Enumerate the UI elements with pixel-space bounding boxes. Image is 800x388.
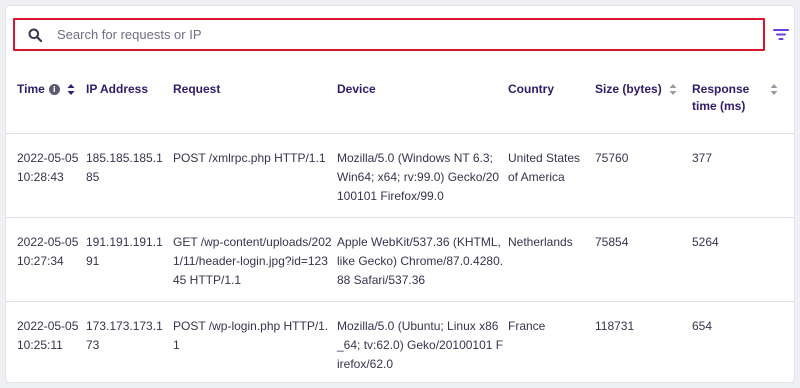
sort-icon[interactable]: [67, 84, 75, 95]
column-header-ip: IP Address: [86, 63, 173, 134]
access-logs-card: Time i IP Address Request Device: [5, 5, 795, 383]
column-header-ip-label: IP Address: [86, 82, 149, 96]
cell-response: 377: [692, 133, 794, 218]
cell-size-text: 118731: [595, 318, 635, 333]
cell-device: Apple WebKit/537.36 (KHTML, like Gecko) …: [337, 217, 508, 302]
cell-time: 2022-05-05 10:28:43: [6, 133, 86, 218]
cell-country-text: United States of America: [508, 150, 581, 184]
cell-country: United States of America: [508, 133, 595, 218]
column-header-time-label: Time: [17, 82, 45, 96]
cell-device-text: Mozilla/5.0 (Ubuntu; Linux x86_64; tv:62…: [337, 318, 504, 371]
cell-device-text: Apple WebKit/537.36 (KHTML, like Gecko) …: [337, 234, 504, 287]
search-row: [6, 6, 794, 62]
cell-response: 654: [692, 301, 794, 382]
cell-request-text: GET /wp-content/uploads/2021/11/header-l…: [173, 234, 332, 287]
cell-ip: 191.191.191.191: [86, 217, 173, 302]
sort-icon[interactable]: [770, 84, 778, 95]
cell-country-text: Netherlands: [508, 234, 573, 249]
cell-size: 75760: [595, 133, 692, 218]
cell-country: France: [508, 301, 595, 382]
cell-request: POST /wp-login.php HTTP/1.1: [173, 301, 337, 382]
cell-response-text: 654: [692, 318, 713, 333]
cell-request-text: POST /xmlrpc.php HTTP/1.1: [173, 150, 326, 165]
column-header-request-label: Request: [173, 82, 221, 96]
cell-time-text: 10:25:11: [17, 337, 63, 352]
column-header-time[interactable]: Time i: [6, 63, 86, 134]
cell-response-text: 377: [692, 150, 713, 165]
cell-size-text: 75854: [595, 234, 629, 249]
cell-device-text: Mozilla/5.0 (Windows NT 6.3; Win64; x64;…: [337, 150, 500, 203]
cell-date-text: 2022-05-05: [17, 150, 79, 165]
table-row: 2022-05-05 10:25:11 173.173.173.173 POST…: [6, 301, 794, 382]
filter-icon[interactable]: [772, 26, 790, 42]
cell-country-text: France: [508, 318, 546, 333]
sort-icon[interactable]: [669, 84, 677, 95]
cell-ip: 185.185.185.185: [86, 133, 173, 218]
cell-size: 118731: [595, 301, 692, 382]
requests-table: Time i IP Address Request Device Country…: [6, 63, 794, 382]
column-header-response[interactable]: Response time (ms): [692, 63, 794, 134]
cell-date-text: 2022-05-05: [17, 234, 79, 249]
table-row: 2022-05-05 10:28:43 185.185.185.185 POST…: [6, 133, 794, 218]
column-header-size[interactable]: Size (bytes): [595, 63, 692, 134]
column-header-size-label: Size (bytes): [595, 82, 662, 96]
cell-device: Mozilla/5.0 (Ubuntu; Linux x86_64; tv:62…: [337, 301, 508, 382]
cell-country: Netherlands: [508, 217, 595, 302]
cell-size: 75854: [595, 217, 692, 302]
column-header-country-label: Country: [508, 82, 554, 96]
cell-request: GET /wp-content/uploads/2021/11/header-l…: [173, 217, 337, 302]
cell-ip-text: 185.185.185.185: [86, 150, 163, 184]
search-icon: [27, 27, 43, 43]
cell-time-text: 10:28:43: [17, 169, 64, 184]
column-header-country: Country: [508, 63, 595, 134]
cell-time: 2022-05-05 10:25:11: [6, 301, 86, 382]
table-header-row: Time i IP Address Request Device Country…: [6, 63, 794, 134]
search-input[interactable]: [57, 20, 737, 49]
column-header-device: Device: [337, 63, 508, 134]
cell-device: Mozilla/5.0 (Windows NT 6.3; Win64; x64;…: [337, 133, 508, 218]
column-header-request: Request: [173, 63, 337, 134]
cell-ip-text: 173.173.173.173: [86, 318, 163, 352]
column-header-response-label: Response time (ms): [692, 82, 750, 113]
cell-request-text: POST /wp-login.php HTTP/1.1: [173, 318, 329, 352]
cell-response-text: 5264: [692, 234, 719, 249]
column-header-device-label: Device: [337, 82, 376, 96]
info-icon[interactable]: i: [48, 84, 60, 95]
cell-time: 2022-05-05 10:27:34: [6, 217, 86, 302]
cell-size-text: 75760: [595, 150, 629, 165]
cell-ip-text: 191.191.191.191: [86, 234, 163, 268]
cell-time-text: 10:27:34: [17, 253, 64, 268]
cell-ip: 173.173.173.173: [86, 301, 173, 382]
cell-date-text: 2022-05-05: [17, 318, 79, 333]
cell-request: POST /xmlrpc.php HTTP/1.1: [173, 133, 337, 218]
table-row: 2022-05-05 10:27:34 191.191.191.191 GET …: [6, 217, 794, 302]
cell-response: 5264: [692, 217, 794, 302]
search-box[interactable]: [13, 18, 765, 51]
